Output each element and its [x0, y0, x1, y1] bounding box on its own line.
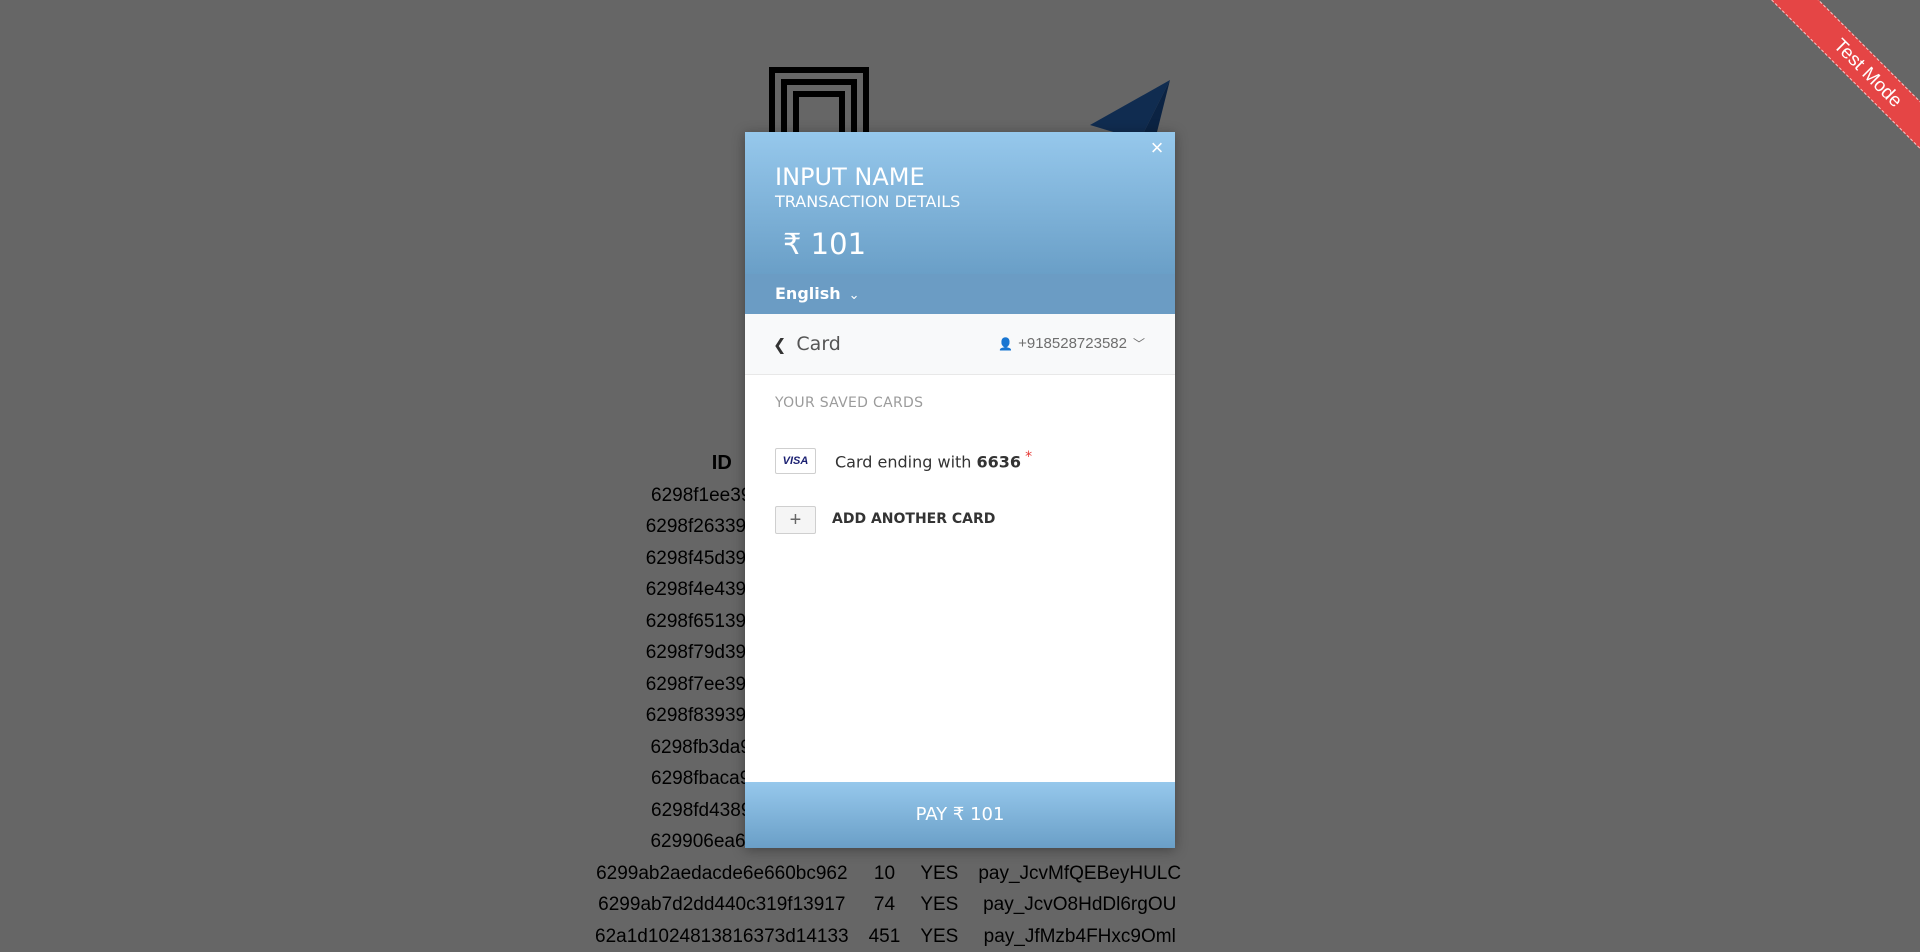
chevron-down-icon: ﹀ [1132, 337, 1145, 351]
test-mode-ribbon: Test Mode [1720, 0, 1920, 180]
test-mode-label: Test Mode [1749, 0, 1920, 180]
method-nav-bar: ❮ Card 👤 +918528723582 ﹀ [745, 314, 1175, 375]
pay-button[interactable]: PAY ₹ 101 [745, 782, 1175, 848]
modal-header: × INPUT NAME TRANSACTION DETAILS ₹ 101 [745, 132, 1175, 274]
back-button[interactable]: ❮ Card [773, 314, 841, 374]
contact-number: +918528723582 [1018, 335, 1127, 352]
chevron-down-icon: ⌄ [848, 288, 860, 303]
saved-card-label: Card ending with 6636 * [835, 449, 1032, 471]
required-marker: * [1025, 449, 1033, 465]
close-button[interactable]: × [1145, 136, 1169, 160]
language-bar: English ⌄ [745, 274, 1175, 314]
language-select[interactable]: English ⌄ [775, 274, 860, 314]
merchant-description: TRANSACTION DETAILS [775, 192, 961, 211]
contact-dropdown[interactable]: 👤 +918528723582 ﹀ [998, 314, 1145, 374]
payment-amount: ₹ 101 [783, 227, 867, 261]
back-label: Card [796, 333, 841, 355]
card-last4: 6636 [976, 452, 1022, 472]
checkout-modal: × INPUT NAME TRANSACTION DETAILS ₹ 101 E… [745, 132, 1175, 848]
chevron-left-icon: ❮ [773, 335, 787, 354]
saved-card-item[interactable]: VISA Card ending with 6636 * [775, 446, 1145, 476]
visa-icon: VISA [775, 448, 816, 474]
saved-cards-title: YOUR SAVED CARDS [775, 395, 924, 411]
person-icon: 👤 [998, 337, 1014, 351]
add-card-button[interactable]: + ADD ANOTHER CARD [775, 506, 1075, 536]
card-text-prefix: Card ending with [835, 452, 972, 472]
plus-icon: + [775, 506, 816, 534]
add-card-label: ADD ANOTHER CARD [832, 511, 996, 527]
language-label: English [775, 284, 841, 303]
merchant-name: INPUT NAME [775, 163, 925, 191]
